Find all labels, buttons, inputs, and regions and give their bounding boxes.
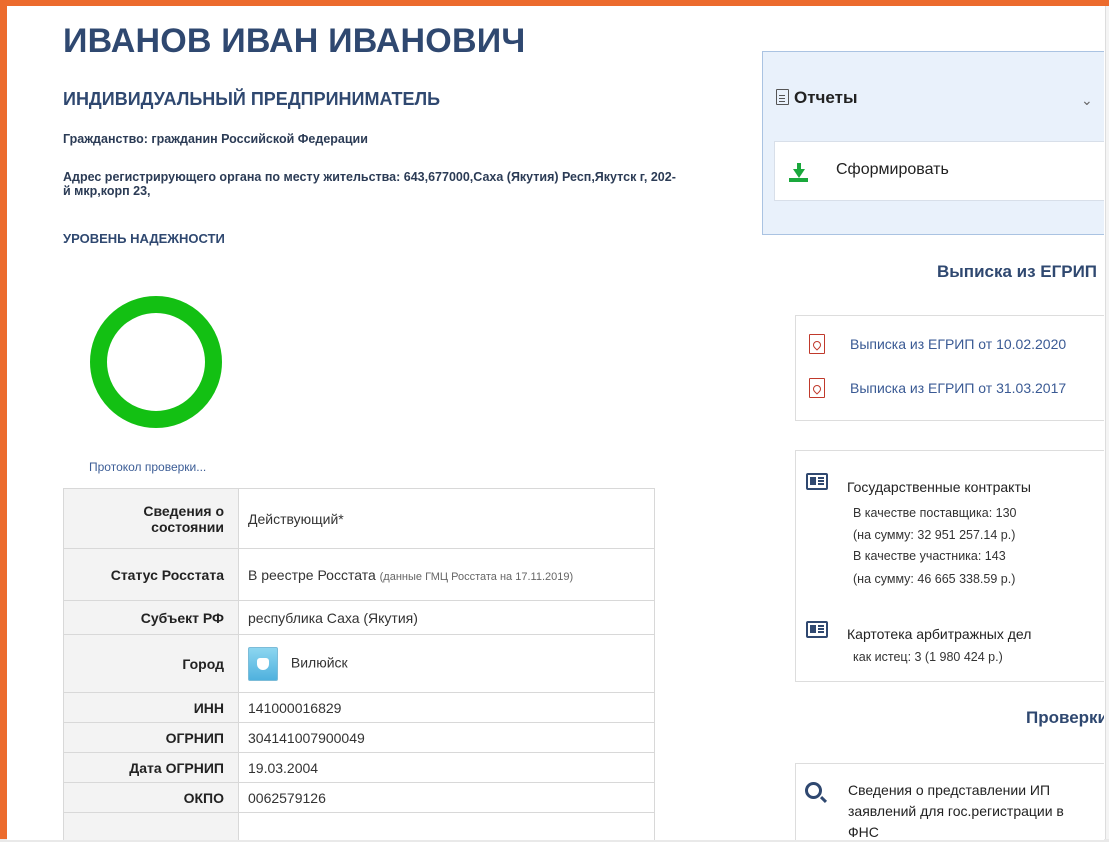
citizenship-text: Гражданство: гражданин Российской Федера… [63, 132, 368, 146]
row-key: Дата ОГРНИП [63, 752, 239, 783]
page-title: ИВАНОВ ИВАН ИВАНОВИЧ [63, 22, 526, 60]
pdf-icon [809, 378, 825, 398]
row-value: 0062579126 [238, 782, 655, 813]
row-key: ОКПО [63, 782, 239, 813]
row-key: Сведения о состоянии [63, 488, 239, 549]
reliability-title: УРОВЕНЬ НАДЕЖНОСТИ [63, 231, 225, 246]
row-value: 141000016829 [238, 692, 655, 723]
registration-address: Адрес регистрирующего органа по месту жи… [63, 170, 676, 198]
generate-label: Сформировать [836, 161, 949, 178]
table-row: Субъект РФ республика Саха (Якутия) [63, 600, 655, 635]
table-row: Статус Росстата В реестре Росстата (данн… [63, 548, 655, 601]
city-name: Вилюйск [290, 654, 348, 671]
window-left-border [0, 0, 7, 842]
chevron-down-icon[interactable]: ⌄ [1081, 92, 1093, 109]
protocol-link[interactable]: Протокол проверки... [89, 460, 206, 474]
row-value: 304141007900049 [238, 722, 655, 753]
table-row: Город Вилюйск [63, 634, 655, 693]
row-key: Статус Росстата [63, 548, 239, 601]
entity-type: ИНДИВИДУАЛЬНЫЙ ПРЕДПРИНИМАТЕЛЬ [63, 89, 441, 109]
company-info-section: ИВАНОВ ИВАН ИВАНОВИЧ ИНДИВИДУАЛЬНЫЙ ПРЕД… [63, 22, 703, 840]
checks-section-title: Проверки [1026, 708, 1104, 727]
rosstat-note: (данные ГМЦ Росстата на 17.11.2019) [379, 570, 574, 583]
table-row: Сведения о состоянии Действующий* [63, 488, 655, 549]
row-value: 19.03.2004 [238, 752, 655, 783]
reports-toggle[interactable]: Отчеты [776, 88, 858, 108]
page-content: ИВАНОВ ИВАН ИВАНОВИЧ ИНДИВИДУАЛЬНЫЙ ПРЕД… [7, 6, 1104, 840]
reports-panel: Отчеты ⌄ Сформировать [762, 51, 1104, 235]
row-value: республика Саха (Якутия) [238, 600, 655, 635]
row-value [238, 812, 655, 840]
table-row: ОКПО 0062579126 [63, 782, 655, 813]
check-item-link[interactable]: Сведения о представлении ИП заявлений дл… [848, 780, 1098, 840]
pdf-icon [809, 334, 825, 354]
row-value: В реестре Росстата (данные ГМЦ Росстата … [238, 548, 655, 601]
supplier-sum: (на сумму: 32 951 257.14 р.) [853, 528, 1016, 542]
checks-card: Сведения о представлении ИП заявлений дл… [795, 763, 1104, 840]
participant-count: В качестве участника: 143 [853, 549, 1006, 563]
details-table: Сведения о состоянии Действующий* Статус… [63, 488, 655, 840]
row-key: Субъект РФ [63, 600, 239, 635]
contracts-icon [806, 473, 828, 490]
row-key: ОГРНИП [63, 722, 239, 753]
table-row [63, 812, 655, 840]
table-row: Дата ОГРНИП 19.03.2004 [63, 752, 655, 783]
row-key: ИНН [63, 692, 239, 723]
participant-sum: (на сумму: 46 665 338.59 р.) [853, 572, 1016, 586]
plaintiff-line: как истец: 3 (1 980 424 р.) [853, 650, 1003, 664]
reports-title: Отчеты [794, 88, 858, 107]
row-value: Вилюйск [238, 634, 655, 693]
row-key: Город [63, 634, 239, 693]
reliability-indicator [90, 296, 222, 428]
document-icon [776, 89, 789, 105]
egrip-section-title: Выписка из ЕГРИП [937, 262, 1098, 281]
search-icon [805, 782, 822, 799]
arbitration-title[interactable]: Картотека арбитражных дел [847, 626, 1031, 642]
coat-of-arms-icon [248, 646, 278, 681]
download-icon [789, 163, 808, 183]
egrip-card: Выписка из ЕГРИП от 10.02.2020 Выписка и… [795, 315, 1104, 421]
row-key [63, 812, 239, 840]
arbitration-icon [806, 621, 828, 638]
contracts-card: Государственные контракты В качестве пос… [795, 450, 1104, 682]
rosstat-status: В реестре Росстата [248, 566, 376, 583]
contracts-title[interactable]: Государственные контракты [847, 479, 1031, 495]
generate-report-button[interactable]: Сформировать [774, 141, 1104, 201]
egrip-link[interactable]: Выписка из ЕГРИП от 10.02.2020 [850, 336, 1066, 352]
table-row: ИНН 141000016829 [63, 692, 655, 723]
supplier-count: В качестве поставщика: 130 [853, 506, 1017, 520]
table-row: ОГРНИП 304141007900049 [63, 722, 655, 753]
row-value: Действующий* [238, 488, 655, 549]
scrollbar-track[interactable] [1105, 6, 1109, 842]
egrip-link[interactable]: Выписка из ЕГРИП от 31.03.2017 [850, 380, 1066, 396]
